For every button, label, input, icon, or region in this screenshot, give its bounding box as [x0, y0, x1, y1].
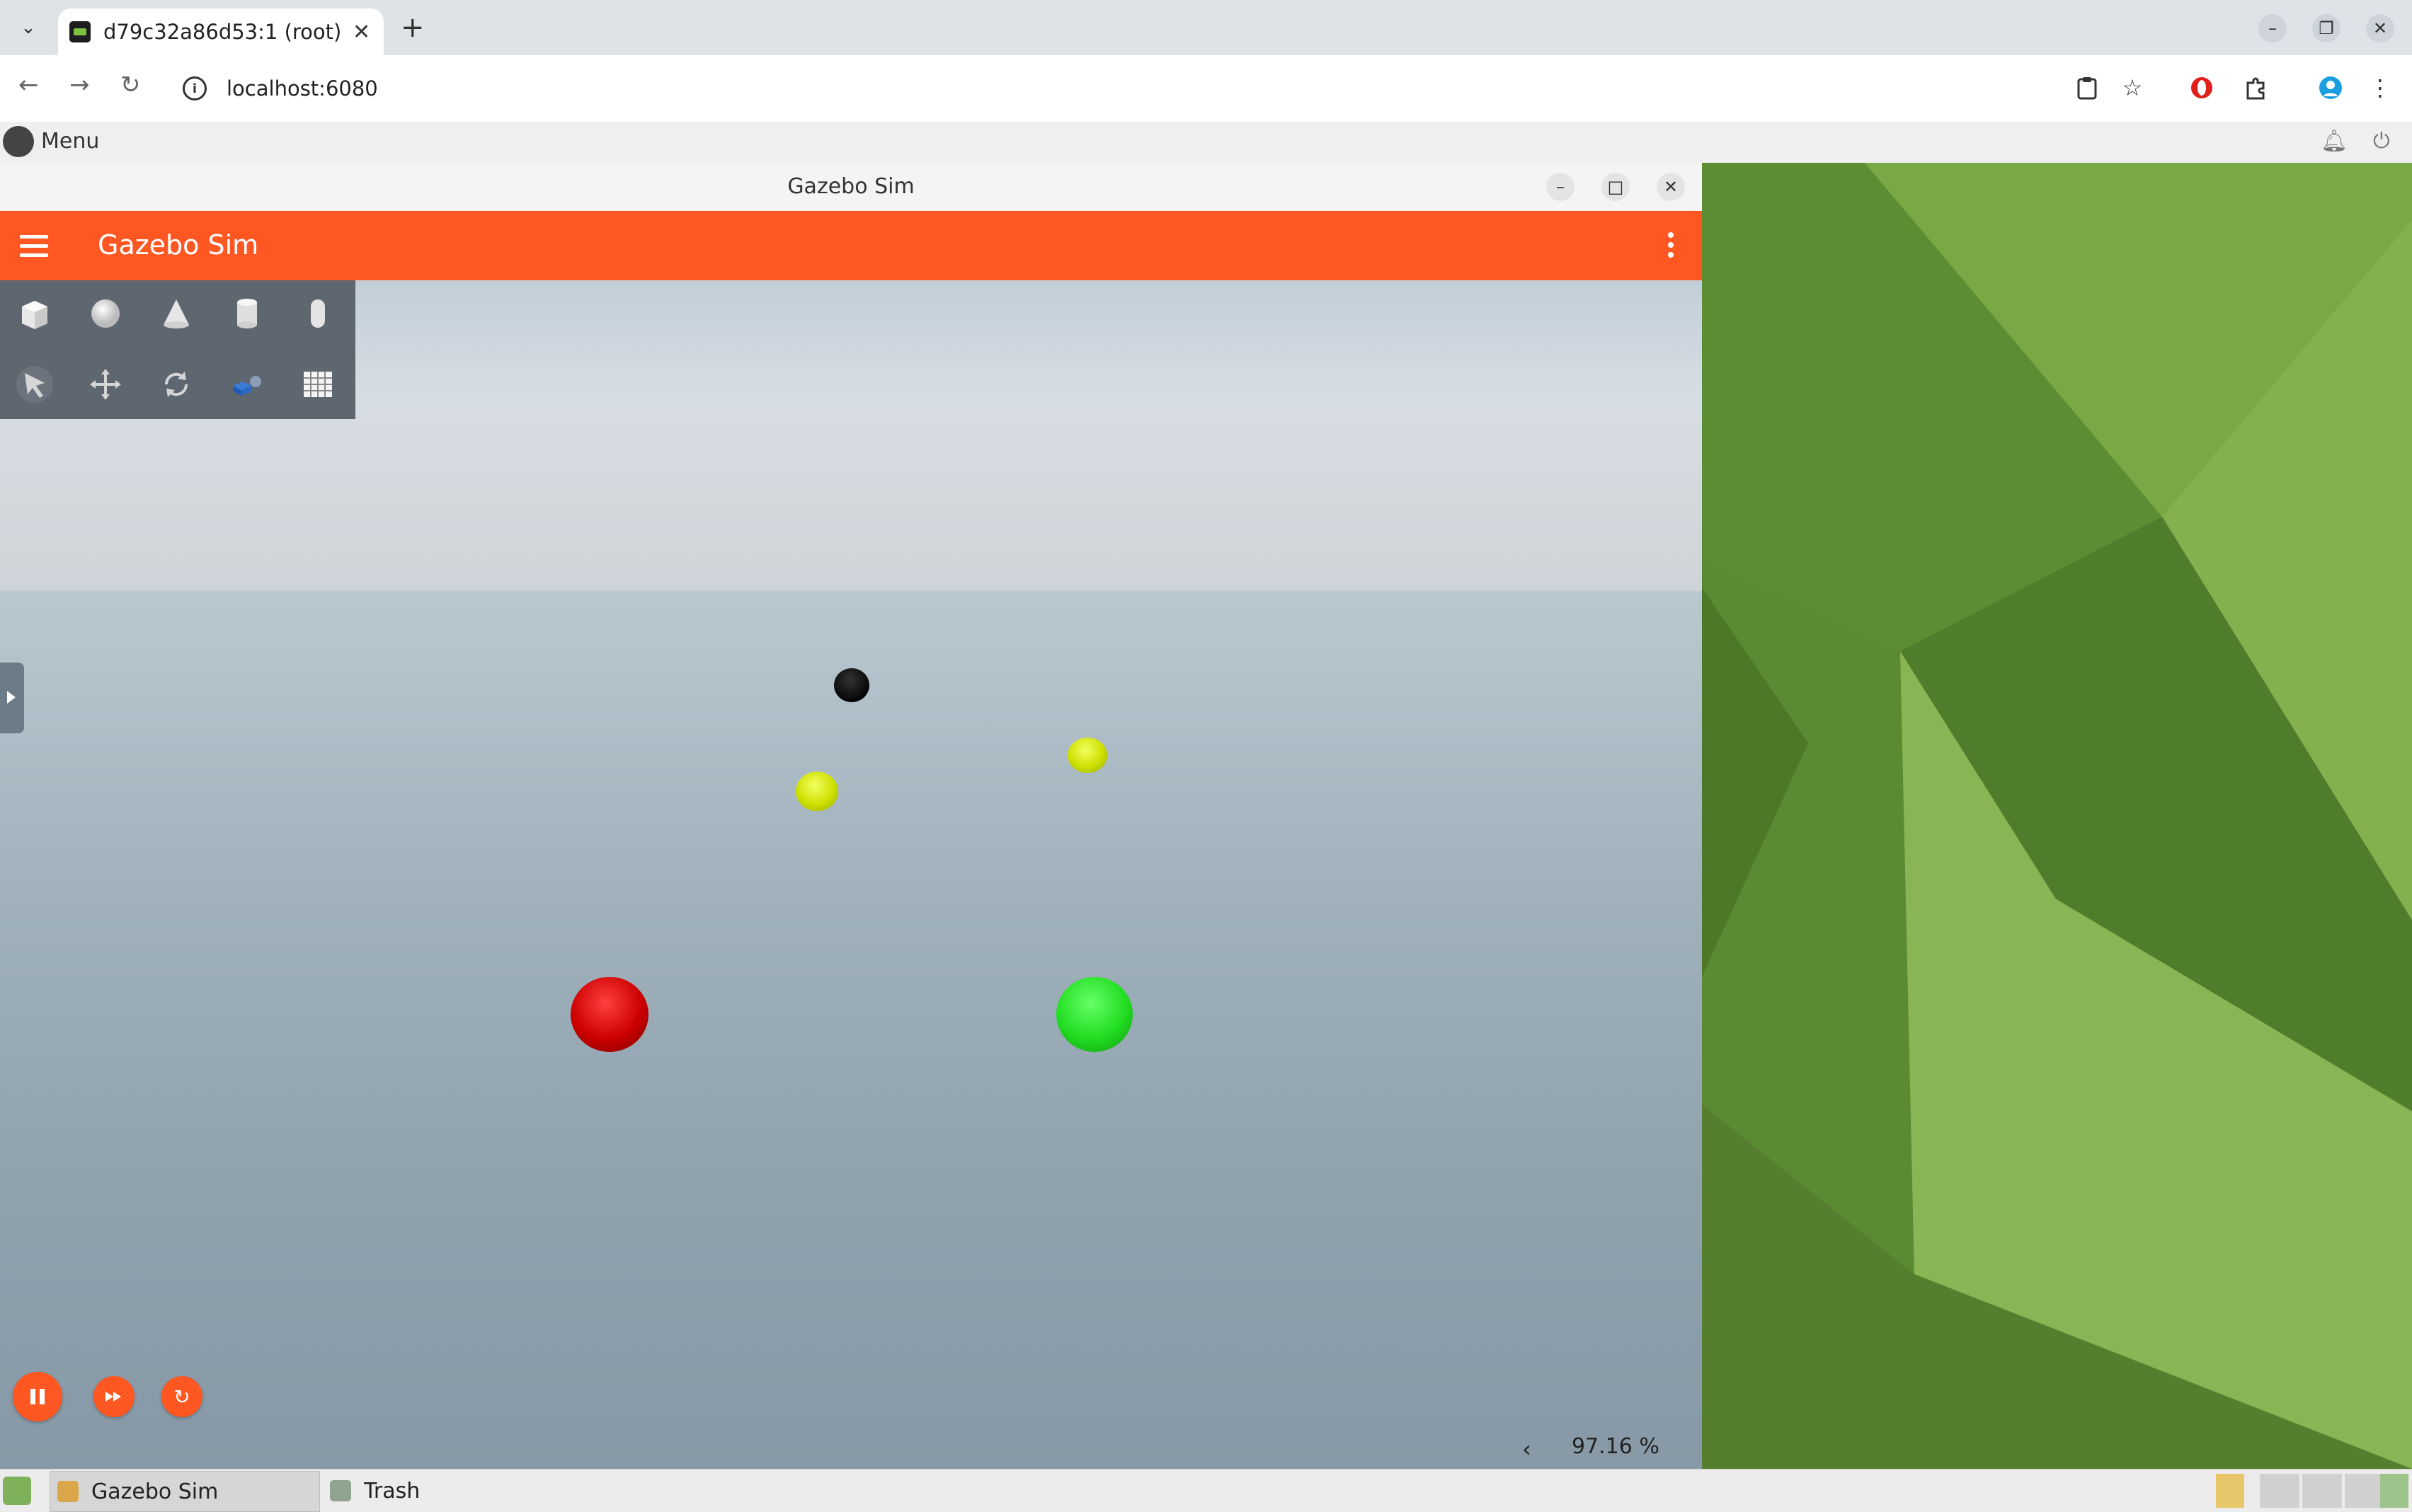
spawn-icon[interactable] — [222, 360, 272, 409]
url-text: localhost:6080 — [227, 76, 378, 101]
app-title: Gazebo Sim — [98, 229, 259, 260]
taskbar-item-trash[interactable]: Trash — [323, 1471, 578, 1511]
tray-trash-icon[interactable] — [2380, 1474, 2408, 1508]
gazebo-app-bar: Gazebo Sim — [0, 211, 1702, 280]
plugin-menu-icon[interactable] — [1668, 232, 1674, 262]
workspace-2[interactable] — [2302, 1474, 2342, 1508]
browser-tab-strip: ⌄ d79c32a86d53:1 (root) - ✕ + – ❐ ✕ — [0, 0, 2412, 55]
bookmark-star-icon[interactable]: ☆ — [2117, 72, 2148, 103]
desktop-menu-button[interactable]: Menu — [41, 129, 99, 154]
box-icon[interactable] — [10, 289, 59, 338]
pause-button[interactable] — [13, 1372, 62, 1421]
yellow-sphere-model-right[interactable] — [1068, 738, 1107, 773]
window-close-icon[interactable]: ✕ — [1657, 173, 1685, 201]
workspace-3[interactable] — [2345, 1474, 2384, 1508]
back-icon[interactable]: ← — [18, 71, 39, 99]
profile-avatar-icon[interactable] — [2315, 72, 2346, 103]
cone-icon[interactable] — [152, 289, 201, 338]
hamburger-menu-icon[interactable] — [20, 235, 48, 263]
forward-icon[interactable]: → — [69, 71, 90, 99]
gazebo-window: Gazebo Sim – □ ✕ Gazebo Sim ↻ ‹ 97.16 % — [0, 163, 1702, 1469]
grid-icon[interactable] — [293, 360, 343, 409]
rotate-icon[interactable] — [152, 360, 201, 409]
real-time-factor: 97.16 % — [1572, 1434, 1659, 1459]
browser-restore-icon[interactable]: ❐ — [2312, 14, 2340, 42]
black-sphere-model[interactable] — [834, 668, 869, 702]
reload-icon[interactable]: ↻ — [120, 71, 141, 99]
vnc-top-panel: Menu 🔔︎ ⏻ — [0, 122, 2412, 164]
taskbar-item-label: Trash — [364, 1478, 421, 1504]
browser-minimize-icon[interactable]: – — [2258, 14, 2287, 42]
yellow-sphere-model-left[interactable] — [796, 772, 838, 811]
opera-extension-icon[interactable] — [2186, 72, 2217, 103]
browser-close-icon[interactable]: ✕ — [2366, 14, 2394, 42]
address-bar[interactable]: i localhost:6080 — [167, 64, 2043, 113]
desktop-wallpaper — [1702, 163, 2412, 1469]
reset-button[interactable]: ↻ — [161, 1376, 202, 1417]
window-title: Gazebo Sim — [787, 174, 915, 199]
side-panel-toggle-icon[interactable] — [0, 663, 24, 733]
extensions-puzzle-icon[interactable] — [2240, 72, 2271, 103]
tab-search-chevron-icon[interactable]: ⌄ — [10, 13, 47, 42]
sphere-icon[interactable] — [81, 289, 130, 338]
stats-expand-icon[interactable]: ‹ — [1522, 1436, 1531, 1462]
bottom-taskbar: Gazebo Sim Trash — [0, 1469, 2412, 1512]
show-desktop-icon[interactable] — [3, 1477, 31, 1505]
clipboard-icon[interactable] — [2071, 72, 2103, 103]
power-icon[interactable]: ⏻ — [2373, 129, 2390, 154]
browser-tab[interactable]: d79c32a86d53:1 (root) - ✕ — [58, 8, 384, 55]
shapes-and-tools-toolbar — [0, 280, 355, 419]
workspace-1[interactable] — [2260, 1474, 2299, 1508]
cylinder-icon[interactable] — [222, 289, 272, 338]
window-minimize-icon[interactable]: – — [1546, 173, 1574, 201]
tab-title: d79c32a86d53:1 (root) - — [103, 20, 344, 44]
trash-icon — [330, 1480, 351, 1501]
notification-bell-icon[interactable]: 🔔︎ — [2321, 129, 2348, 154]
browser-menu-icon[interactable]: ⋮ — [2365, 72, 2396, 103]
capsule-icon[interactable] — [293, 289, 343, 338]
browser-toolbar: ← → ↻ i localhost:6080 ☆ ⋮ — [0, 55, 2412, 122]
site-info-icon[interactable]: i — [183, 76, 207, 101]
vnc-favicon-icon — [69, 21, 91, 42]
3d-scene-viewport[interactable]: ↻ ‹ 97.16 % — [0, 280, 1702, 1469]
gazebo-app-icon — [57, 1481, 79, 1502]
red-sphere-model[interactable] — [571, 977, 648, 1052]
green-sphere-model[interactable] — [1056, 977, 1133, 1052]
tray-app-icon[interactable] — [2216, 1474, 2244, 1508]
select-icon[interactable] — [10, 360, 59, 409]
desktop-logo-icon[interactable] — [3, 126, 34, 157]
gazebo-titlebar: Gazebo Sim – □ ✕ — [0, 163, 1702, 212]
taskbar-item-gazebo[interactable]: Gazebo Sim — [50, 1471, 320, 1512]
window-maximize-icon[interactable]: □ — [1601, 173, 1630, 201]
translate-icon[interactable] — [81, 360, 130, 409]
taskbar-item-label: Gazebo Sim — [91, 1479, 219, 1504]
tab-close-icon[interactable]: ✕ — [353, 20, 370, 45]
new-tab-icon[interactable]: + — [401, 11, 425, 44]
step-forward-button[interactable] — [93, 1376, 135, 1417]
